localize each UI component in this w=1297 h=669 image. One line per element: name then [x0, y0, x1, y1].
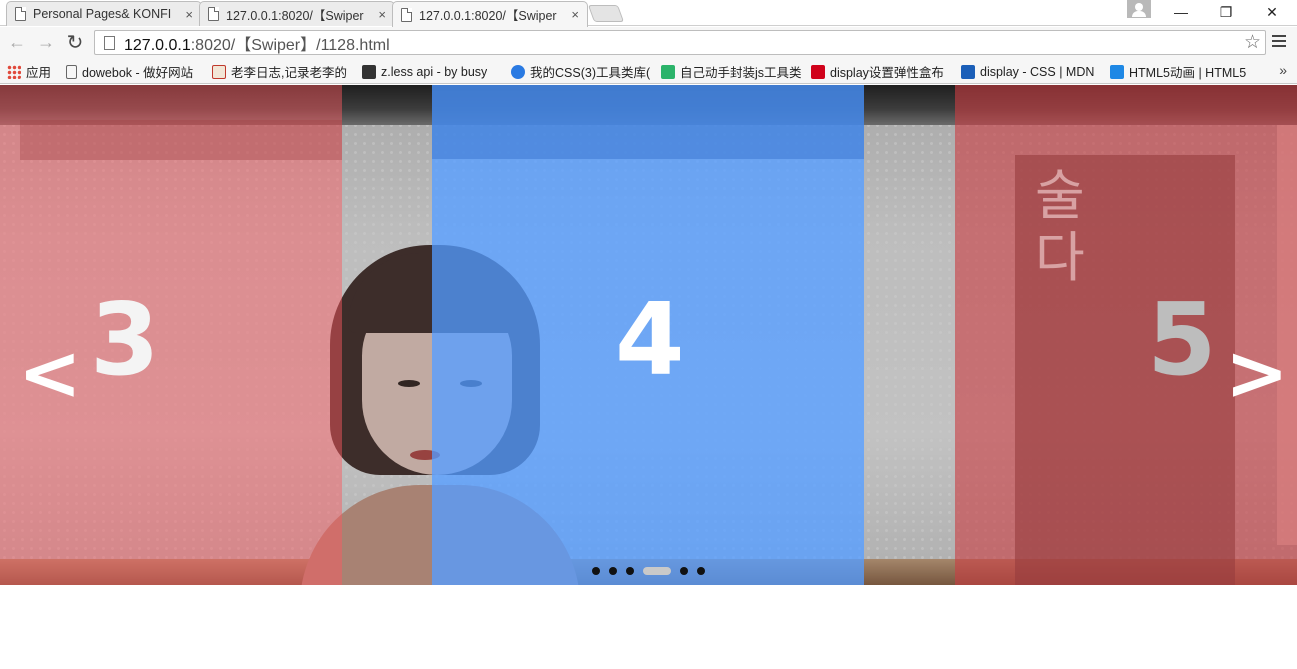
- tab-strip: Personal Pages& KONFI × 127.0.0.1:8020/【…: [0, 0, 1297, 27]
- pagination-bullet-active[interactable]: [643, 567, 671, 575]
- wifi-icon: [1110, 64, 1124, 79]
- slide-shadow-left: [342, 85, 432, 585]
- apps-grid-icon: [7, 64, 21, 79]
- forward-button[interactable]: →: [35, 31, 57, 53]
- swiper-pagination: [0, 565, 1297, 577]
- globe-icon: [511, 64, 525, 79]
- pagination-bullet[interactable]: [626, 567, 634, 575]
- pagination-bullet[interactable]: [697, 567, 705, 575]
- profile-avatar-icon[interactable]: [1127, 0, 1151, 18]
- bookmarks-bar: 应用 dowebok - 做好网站 老李日志,记录老李的 z.less api …: [0, 59, 1297, 84]
- bookmark-css-lib[interactable]: 我的CSS(3)工具类库(: [511, 63, 651, 80]
- swiper-container[interactable]: 3 4 술다 5 < >: [0, 85, 1297, 585]
- slide-shadow-right: [864, 85, 955, 585]
- close-icon[interactable]: ×: [185, 7, 193, 22]
- reload-button[interactable]: ↻: [64, 31, 86, 54]
- z-green-icon: [661, 64, 675, 79]
- url-text[interactable]: 127.0.0.1:8020/【Swiper】/1128.html: [124, 31, 1244, 55]
- bookmark-html5-anim[interactable]: HTML5动画 | HTML5: [1110, 63, 1250, 80]
- prev-arrow-button[interactable]: <: [18, 335, 82, 411]
- slide-number: 5: [1147, 281, 1217, 398]
- page-icon: [401, 7, 412, 22]
- bookmark-dowebok[interactable]: dowebok - 做好网站: [66, 63, 202, 80]
- book-icon: [212, 64, 226, 79]
- address-bar[interactable]: 127.0.0.1:8020/【Swiper】/1128.html ☆: [94, 30, 1266, 55]
- bookmark-laoli[interactable]: 老李日志,记录老李的: [212, 63, 352, 80]
- page-icon: [104, 35, 115, 50]
- tab-swiper-active[interactable]: 127.0.0.1:8020/【Swiper ×: [392, 1, 588, 27]
- slide-number: 3: [90, 281, 160, 398]
- tab-title: Personal Pages& KONFI: [33, 7, 172, 21]
- close-window-button[interactable]: ✕: [1250, 0, 1294, 24]
- mdn-icon: [961, 64, 975, 79]
- close-icon[interactable]: ×: [378, 7, 386, 22]
- page-body-blank: [0, 585, 1297, 669]
- pagination-bullet[interactable]: [609, 567, 617, 575]
- tab-title: 127.0.0.1:8020/【Swiper: [419, 9, 557, 23]
- page-icon: [208, 7, 219, 21]
- poster-lettering: 술다: [1035, 164, 1085, 289]
- bookmark-mdn[interactable]: display - CSS | MDN: [961, 63, 1101, 80]
- slide-4-active[interactable]: 4: [432, 85, 864, 585]
- close-icon[interactable]: ×: [571, 7, 579, 22]
- page-icon: [66, 64, 77, 79]
- z-icon: [362, 64, 376, 79]
- page-icon: [15, 7, 26, 21]
- back-button[interactable]: ←: [6, 31, 28, 53]
- next-arrow-button[interactable]: >: [1225, 335, 1289, 411]
- bookmark-display-flex[interactable]: display设置弹性盒布: [811, 63, 951, 80]
- bookmark-star-icon[interactable]: ☆: [1244, 31, 1261, 54]
- restore-button[interactable]: ❐: [1204, 0, 1248, 24]
- bookmark-js-tools[interactable]: 自己动手封装js工具类: [661, 63, 801, 80]
- bookmarks-overflow-button[interactable]: »: [1279, 62, 1287, 78]
- slide-number: 4: [615, 281, 685, 398]
- tab-personal-pages[interactable]: Personal Pages& KONFI ×: [6, 1, 202, 26]
- pagination-bullet[interactable]: [680, 567, 688, 575]
- c-red-icon: [811, 64, 825, 79]
- pagination-bullet[interactable]: [592, 567, 600, 575]
- menu-icon[interactable]: [1272, 35, 1286, 50]
- new-tab-button[interactable]: [587, 5, 625, 22]
- bookmark-zless[interactable]: z.less api - by busy: [362, 63, 502, 80]
- tab-swiper-1[interactable]: 127.0.0.1:8020/【Swiper ×: [199, 1, 395, 26]
- bookmark-apps[interactable]: 应用: [7, 63, 57, 80]
- tab-title: 127.0.0.1:8020/【Swiper: [226, 8, 364, 23]
- browser-toolbar: ← → ↻ 127.0.0.1:8020/【Swiper】/1128.html …: [0, 27, 1297, 59]
- minimize-button[interactable]: —: [1159, 0, 1203, 24]
- slide-top-band: [432, 85, 864, 159]
